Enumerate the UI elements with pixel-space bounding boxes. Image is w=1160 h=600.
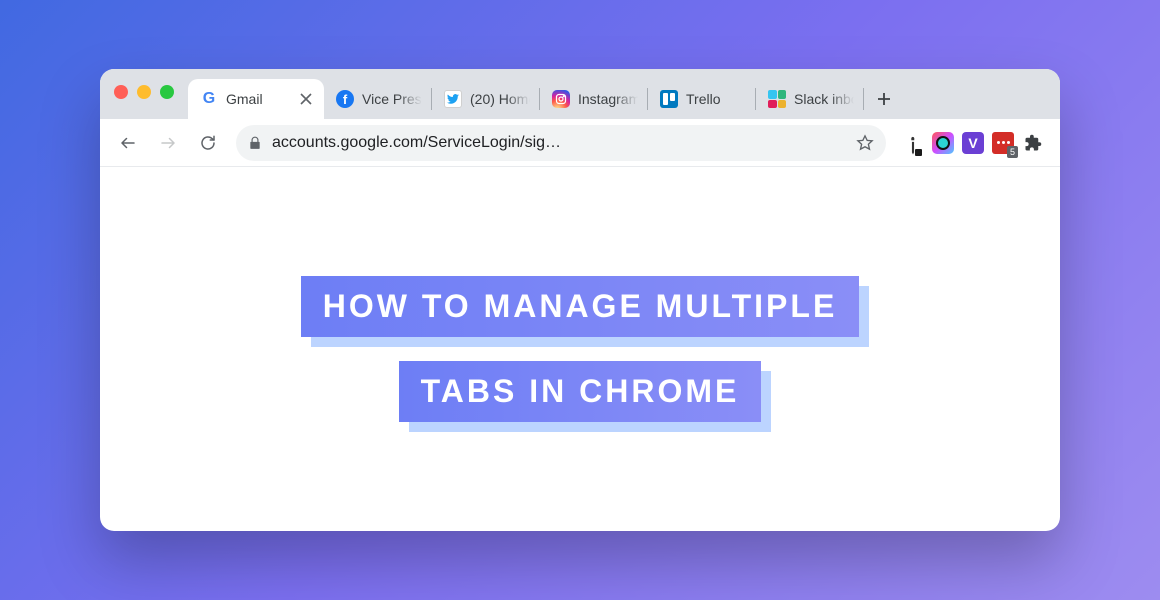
browser-window: G Gmail f Vice President (20) Home [100,69,1060,531]
maximize-window-button[interactable] [160,85,174,99]
tab-trello[interactable]: Trello [648,79,756,119]
tab-facebook[interactable]: f Vice President [324,79,432,119]
bookmark-star-icon[interactable] [856,134,874,152]
headline-line-2: TABS IN CHROME [399,361,762,422]
address-bar[interactable]: accounts.google.com/ServiceLogin/sig… [236,125,886,161]
headline-line-1: HOW TO MANAGE MULTIPLE [301,276,860,337]
instagram-icon [552,90,570,108]
close-window-button[interactable] [114,85,128,99]
google-icon: G [200,90,218,108]
tab-title: Vice President [362,91,422,107]
facebook-icon: f [336,90,354,108]
trello-icon [660,90,678,108]
tab-instagram[interactable]: Instagram [540,79,648,119]
extensions-area: V 5 [896,132,1050,154]
close-tab-button[interactable] [298,91,314,107]
twitter-icon [444,90,462,108]
tab-title: Gmail [226,91,298,107]
extensions-menu-icon[interactable] [1022,132,1044,154]
url-text: accounts.google.com/ServiceLogin/sig… [272,134,848,152]
slack-icon [768,90,786,108]
tab-title: Instagram [578,91,638,107]
tab-bar: G Gmail f Vice President (20) Home [100,69,1060,119]
extension-color-picker[interactable] [902,132,924,154]
headline: HOW TO MANAGE MULTIPLE TABS IN CHROME [301,264,860,434]
toolbar: accounts.google.com/ServiceLogin/sig… V … [100,119,1060,167]
reload-button[interactable] [190,125,226,161]
tab-twitter[interactable]: (20) Home [432,79,540,119]
window-controls [114,85,174,99]
lock-icon [248,135,262,151]
tab-title: Trello [686,91,746,107]
forward-button[interactable] [150,125,186,161]
extension-badge: 5 [1007,146,1018,158]
extension-v[interactable]: V [962,132,984,154]
tab-slack[interactable]: Slack inbox [756,79,864,119]
tab-title: Slack inbox [794,91,854,107]
new-tab-button[interactable] [868,79,900,119]
back-button[interactable] [110,125,146,161]
tab-gmail[interactable]: G Gmail [188,79,324,119]
extension-screenshot[interactable] [932,132,954,154]
tab-title: (20) Home [470,91,530,107]
page-content: HOW TO MANAGE MULTIPLE TABS IN CHROME [100,167,1060,531]
minimize-window-button[interactable] [137,85,151,99]
extension-lastpass[interactable]: 5 [992,132,1014,154]
